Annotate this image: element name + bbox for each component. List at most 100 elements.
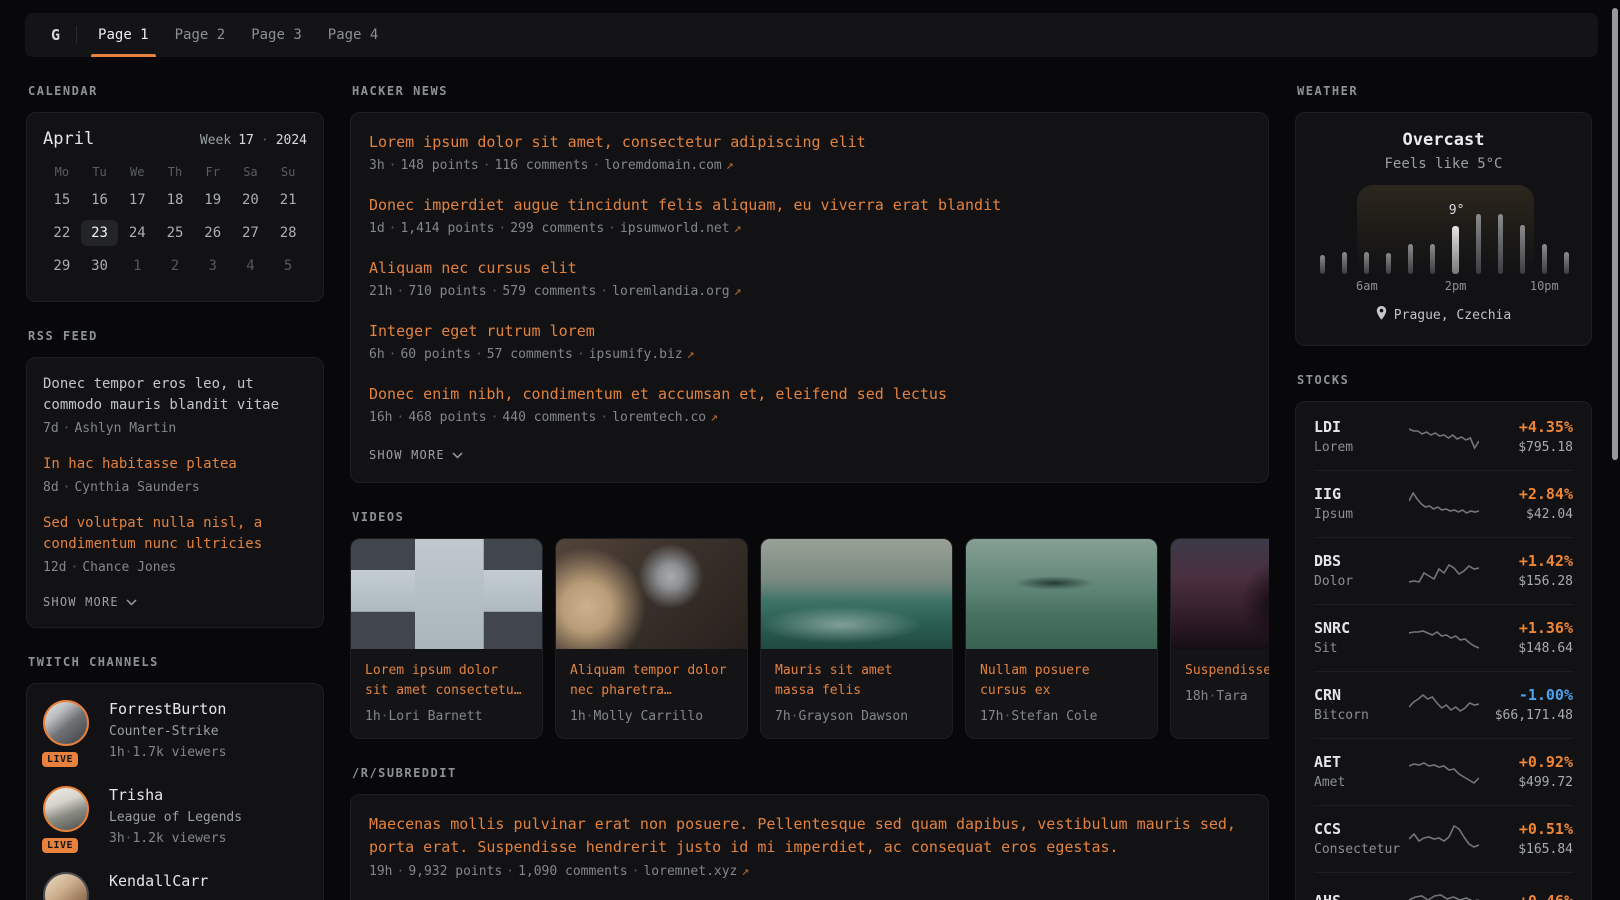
twitch-channel[interactable]: KendallCarr bbox=[43, 872, 307, 900]
video-title[interactable]: Mauris sit amet massa felis bbox=[775, 661, 938, 701]
video-age: 1h bbox=[365, 709, 381, 724]
stock-row[interactable]: LDILorem+4.35%$795.18 bbox=[1314, 404, 1573, 470]
item-points: 9,932 points bbox=[408, 864, 502, 879]
calendar-month: April bbox=[43, 129, 94, 149]
hackernews-section: HACKER NEWS Lorem ipsum dolor sit amet, … bbox=[350, 84, 1269, 483]
stock-symbol: AHS bbox=[1314, 891, 1409, 900]
separator-dot: · bbox=[577, 347, 585, 362]
video-card[interactable]: Nullam posuere cursus ex17h·Stefan Cole bbox=[965, 538, 1158, 739]
stock-row[interactable]: CCSConsectetur+0.51%$165.84 bbox=[1314, 805, 1573, 872]
stock-info: LDILorem bbox=[1314, 417, 1409, 457]
stock-change-percent: +1.36% bbox=[1479, 618, 1574, 638]
video-card[interactable]: Lorem ipsum dolor sit amet consectetu… 1h… bbox=[350, 538, 543, 739]
stock-row[interactable]: DBSDolor+1.42%$156.28 bbox=[1314, 537, 1573, 604]
video-card-body: Mauris sit amet massa felis7h·Grayson Da… bbox=[761, 649, 952, 736]
hackernews-item-title[interactable]: Donec enim nibh, condimentum et accumsan… bbox=[369, 383, 947, 405]
item-domain-link[interactable]: loremlandia.org↗ bbox=[612, 284, 741, 299]
hackernews-item-title[interactable]: Donec imperdiet augue tincidunt felis al… bbox=[369, 194, 1001, 216]
separator-dot: · bbox=[63, 421, 71, 436]
tab-page-2[interactable]: Page 2 bbox=[162, 13, 239, 57]
scrollbar-thumb[interactable] bbox=[1612, 8, 1618, 460]
item-domain-link[interactable]: loremnet.xyz↗ bbox=[643, 864, 749, 879]
separator-dot: · bbox=[600, 410, 608, 425]
video-age: 1h bbox=[570, 709, 586, 724]
video-title[interactable]: Lorem ipsum dolor sit amet consectetu… bbox=[365, 661, 528, 701]
stock-row[interactable]: IIGIpsum+2.84%$42.04 bbox=[1314, 470, 1573, 537]
video-meta: 1h·Molly Carrillo bbox=[570, 709, 733, 724]
calendar-day-selected: 23 bbox=[81, 220, 119, 246]
week-number: 17 bbox=[238, 133, 254, 148]
item-age: 8d bbox=[43, 480, 59, 495]
calendar-week-info: Week 17 · 2024 bbox=[200, 133, 307, 148]
tab-page-3[interactable]: Page 3 bbox=[238, 13, 315, 57]
tab-page-1[interactable]: Page 1 bbox=[85, 13, 162, 57]
hackernews-show-more-button[interactable]: SHOW MORE bbox=[369, 446, 463, 464]
hackernews-item-title[interactable]: Aliquam nec cursus elit bbox=[369, 257, 577, 279]
video-card-body: Aliquam tempor dolor nec pharetra… 1h·Mol… bbox=[556, 649, 747, 736]
avatar bbox=[43, 700, 89, 746]
rss-item: In hac habitasse platea8d·Cynthia Saunde… bbox=[43, 454, 307, 497]
item-domain-link[interactable]: ipsumworld.net↗ bbox=[620, 221, 741, 236]
twitch-channel[interactable]: LIVETrishaLeague of Legends3h·1.2k viewe… bbox=[43, 786, 307, 848]
video-title[interactable]: Aliquam tempor dolor nec pharetra… bbox=[570, 661, 733, 701]
video-card[interactable]: Aliquam tempor dolor nec pharetra… 1h·Mol… bbox=[555, 538, 748, 739]
rss-item-title[interactable]: Donec tempor eros leo, ut commodo mauris… bbox=[43, 374, 307, 416]
stock-price: $499.72 bbox=[1479, 774, 1574, 792]
separator-dot: · bbox=[70, 560, 78, 575]
stock-price: $165.84 bbox=[1479, 841, 1574, 859]
separator-dot: · bbox=[396, 410, 404, 425]
current-temperature-label: 9° bbox=[1449, 203, 1465, 218]
hackernews-item-title[interactable]: Integer eget rutrum lorem bbox=[369, 320, 595, 342]
video-thumbnail bbox=[351, 539, 542, 649]
video-card[interactable]: Suspendisse diam18h·Tara bbox=[1170, 538, 1269, 739]
stock-row[interactable]: AHS+0.46% bbox=[1314, 872, 1573, 900]
external-link-icon: ↗ bbox=[710, 410, 718, 425]
calendar-day: 16 bbox=[81, 187, 119, 213]
item-comments: 299 comments bbox=[510, 221, 604, 236]
weather-bar bbox=[1564, 252, 1569, 274]
twitch-channel[interactable]: LIVEForrestBurtonCounter-Strike1h·1.7k v… bbox=[43, 700, 307, 762]
item-author: Ashlyn Martin bbox=[74, 421, 176, 436]
video-thumbnail bbox=[761, 539, 952, 649]
stock-row[interactable]: SNRCSit+1.36%$148.64 bbox=[1314, 604, 1573, 671]
calendar-day: 1 bbox=[118, 253, 156, 279]
stocks-heading: STOCKS bbox=[1297, 373, 1592, 387]
item-domain-link[interactable]: loremdomain.com↗ bbox=[604, 158, 733, 173]
dashboard-page: G Page 1Page 2Page 3Page 4 CALENDAR Apri… bbox=[0, 0, 1620, 900]
calendar-header: April Week 17 · 2024 bbox=[43, 129, 307, 149]
rss-item-meta: 12d·Chance Jones bbox=[43, 558, 307, 577]
item-author: Chance Jones bbox=[82, 560, 176, 575]
separator-dot: · bbox=[491, 284, 499, 299]
item-points: 60 points bbox=[400, 347, 470, 362]
video-title[interactable]: Suspendisse diam bbox=[1185, 661, 1269, 681]
stock-row[interactable]: CRNBitcorn-1.00%$66,171.48 bbox=[1314, 671, 1573, 738]
rss-item: Donec tempor eros leo, ut commodo mauris… bbox=[43, 374, 307, 438]
week-label: Week bbox=[200, 133, 231, 148]
rss-item-title[interactable]: Sed volutpat nulla nisl, a condimentum n… bbox=[43, 513, 307, 555]
rss-show-more-button[interactable]: SHOW MORE bbox=[43, 593, 137, 611]
stock-row[interactable]: AETAmet+0.92%$499.72 bbox=[1314, 738, 1573, 805]
rss-item-title[interactable]: In hac habitasse platea bbox=[43, 454, 307, 475]
separator-dot: · bbox=[600, 284, 608, 299]
item-domain-link[interactable]: ipsumify.biz↗ bbox=[589, 347, 695, 362]
stream-duration: 3h bbox=[109, 831, 125, 846]
stock-values: +1.36%$148.64 bbox=[1479, 618, 1574, 658]
stock-name: Bitcorn bbox=[1314, 707, 1409, 725]
twitch-section: TWITCH CHANNELS LIVEForrestBurtonCounter… bbox=[26, 655, 324, 900]
avatar bbox=[43, 872, 89, 900]
channel-name: ForrestBurton bbox=[109, 700, 226, 719]
avatar-wrap bbox=[43, 872, 91, 900]
calendar-section: CALENDAR April Week 17 · 2024 MoTuWeThFr… bbox=[26, 84, 324, 302]
video-card[interactable]: Mauris sit amet massa felis7h·Grayson Da… bbox=[760, 538, 953, 739]
tab-page-4[interactable]: Page 4 bbox=[315, 13, 392, 57]
video-title[interactable]: Nullam posuere cursus ex bbox=[980, 661, 1143, 701]
calendar-day: 24 bbox=[118, 220, 156, 246]
calendar-day-name: We bbox=[118, 164, 156, 180]
stock-sparkline bbox=[1409, 689, 1479, 721]
subreddit-item-title[interactable]: Maecenas mollis pulvinar erat non posuer… bbox=[369, 813, 1250, 859]
separator-dot: · bbox=[63, 480, 71, 495]
hackernews-item-title[interactable]: Lorem ipsum dolor sit amet, consectetur … bbox=[369, 131, 866, 153]
item-age: 7d bbox=[43, 421, 59, 436]
item-domain-link[interactable]: loremtech.co↗ bbox=[612, 410, 718, 425]
stock-price: $156.28 bbox=[1479, 573, 1574, 591]
